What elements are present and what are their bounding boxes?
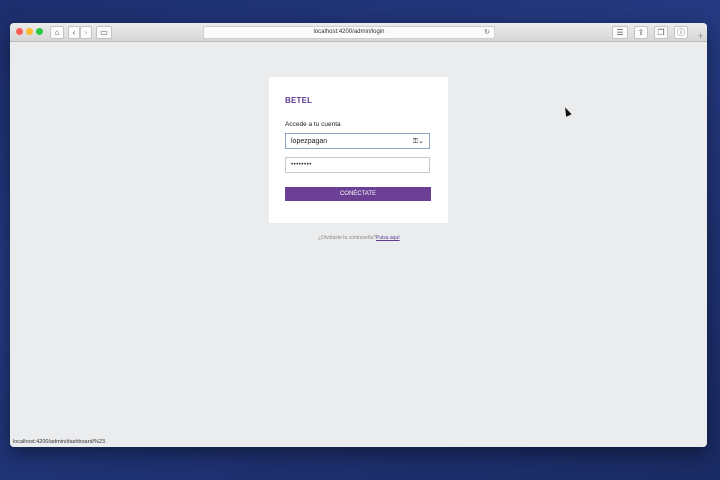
sidebar-icon[interactable]: ▭ <box>96 26 112 39</box>
back-icon[interactable]: ‹ <box>68 26 80 39</box>
brand-logo: BETEL <box>285 96 313 105</box>
login-button[interactable]: CONÉCTATE <box>285 187 431 201</box>
password-field[interactable]: •••••••• <box>285 157 430 173</box>
status-url: localhost:4200/admin/dashboard/%23 <box>13 439 106 445</box>
forgot-password-text: ¿Olvidaste la contraseña? <box>318 235 377 241</box>
new-tab-icon[interactable]: + <box>698 31 703 41</box>
status-bar: localhost:4200/admin/dashboard/%23 <box>10 437 109 447</box>
login-heading: Accede a tu cuenta <box>285 121 341 128</box>
title-bar: ⌂ ‹ › ▭ localhost:4200/admin/login ↻ ☰ ⇪… <box>10 23 707 42</box>
login-card: BETEL Accede a tu cuenta lopezpagan ⚿⌄ •… <box>269 77 448 223</box>
username-value: lopezpagan <box>291 138 328 145</box>
username-field[interactable]: lopezpagan ⚿⌄ <box>285 133 430 149</box>
browser-window: ⌂ ‹ › ▭ localhost:4200/admin/login ↻ ☰ ⇪… <box>10 23 707 447</box>
close-window-button[interactable] <box>16 28 23 35</box>
key-icon[interactable]: ⚿⌄ <box>413 137 424 146</box>
reload-icon[interactable]: ↻ <box>484 27 490 38</box>
info-icon[interactable]: ⓘ <box>674 26 688 39</box>
share-icon[interactable]: ⇪ <box>634 26 648 39</box>
mouse-cursor-icon <box>562 106 572 117</box>
forgot-password-link[interactable]: Pulsa aquí <box>376 235 400 241</box>
reader-icon[interactable]: ☰ <box>612 26 628 39</box>
tabs-icon[interactable]: ❐ <box>654 26 668 39</box>
forward-icon[interactable]: › <box>80 26 92 39</box>
zoom-window-button[interactable] <box>36 28 43 35</box>
address-bar-url: localhost:4200/admin/login <box>313 29 385 35</box>
home-icon[interactable]: ⌂ <box>50 26 64 39</box>
address-bar[interactable]: localhost:4200/admin/login ↻ <box>203 26 495 39</box>
minimize-window-button[interactable] <box>26 28 33 35</box>
password-value: •••••••• <box>291 162 312 168</box>
